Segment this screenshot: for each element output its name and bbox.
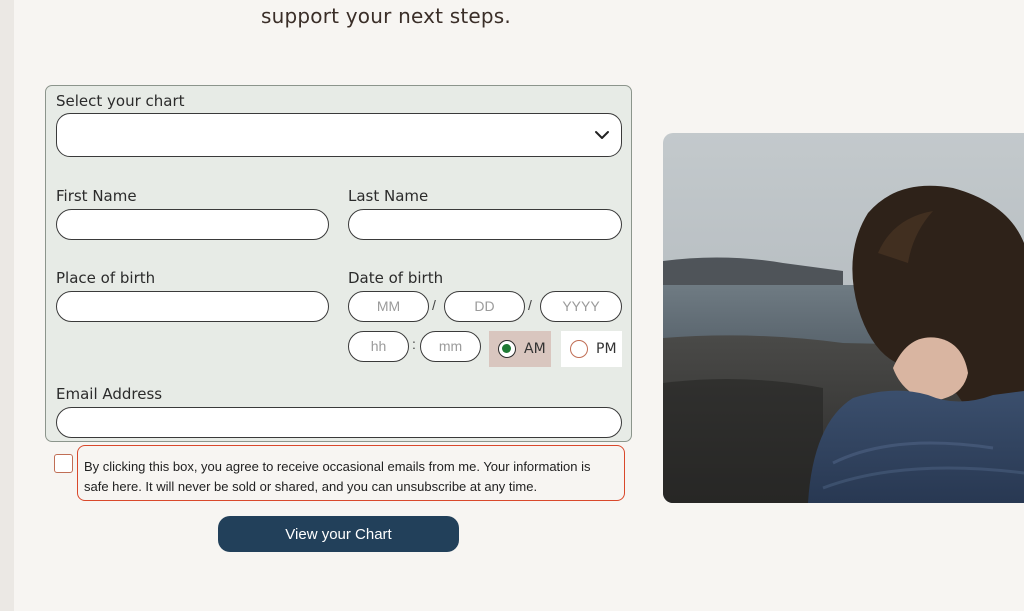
photo-woman-by-sea: [663, 133, 1024, 503]
select-chart-label: Select your chart: [56, 92, 185, 110]
chart-form: Select your chart First Name Last Name P…: [45, 85, 632, 442]
birth-minute-input[interactable]: mm: [420, 331, 481, 362]
pm-radio[interactable]: [570, 340, 588, 358]
first-name-label: First Name: [56, 187, 137, 205]
consent-checkbox[interactable]: [54, 454, 73, 473]
birth-hour-input[interactable]: hh: [348, 331, 409, 362]
view-chart-button[interactable]: View your Chart: [218, 516, 459, 552]
chart-select[interactable]: [56, 113, 622, 157]
last-name-label: Last Name: [348, 187, 429, 205]
date-separator: /: [528, 297, 532, 313]
pm-option[interactable]: PM: [561, 331, 622, 367]
pm-label: PM: [596, 341, 617, 357]
time-separator: :: [412, 336, 416, 352]
intro-text: support your next steps.: [261, 4, 511, 28]
am-option[interactable]: AM: [489, 331, 551, 367]
birth-month-input[interactable]: MM: [348, 291, 429, 322]
email-label: Email Address: [56, 385, 163, 403]
first-name-input[interactable]: [56, 209, 329, 240]
place-of-birth-input[interactable]: [56, 291, 329, 322]
email-input[interactable]: [56, 407, 622, 438]
date-of-birth-label: Date of birth: [348, 269, 444, 287]
am-radio[interactable]: [498, 340, 516, 358]
consent-text: By clicking this box, you agree to recei…: [77, 445, 625, 501]
place-of-birth-label: Place of birth: [56, 269, 156, 287]
birth-day-input[interactable]: DD: [444, 291, 525, 322]
last-name-input[interactable]: [348, 209, 622, 240]
am-label: AM: [524, 341, 546, 357]
birth-year-input[interactable]: YYYY: [540, 291, 622, 322]
page: support your next steps. Select your cha…: [14, 0, 1024, 611]
woman-by-sea-photo: [663, 133, 1024, 503]
date-separator: /: [432, 297, 436, 313]
chevron-down-icon: [595, 131, 609, 139]
